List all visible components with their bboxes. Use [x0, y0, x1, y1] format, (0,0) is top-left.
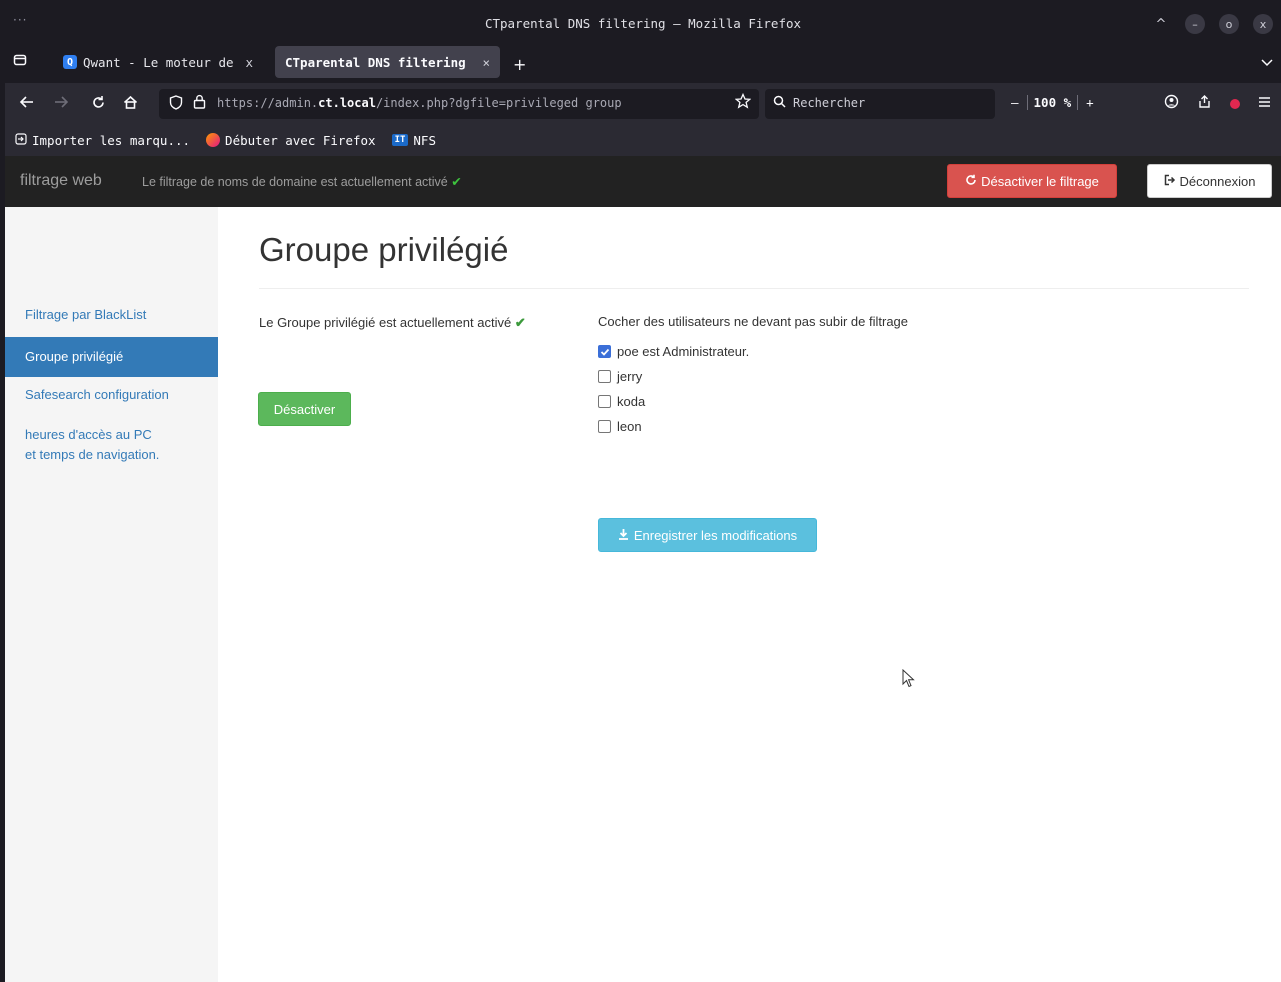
user-label: poe est Administrateur. [617, 344, 750, 359]
zoom-in-button[interactable]: + [1086, 95, 1094, 110]
bookmark-firefox[interactable]: Débuter avec Firefox [206, 133, 376, 148]
logout-label: Déconnexion [1179, 173, 1256, 189]
tab-bar: Q Qwant - Le moteur de re x CTparental D… [5, 41, 1281, 83]
import-icon [15, 132, 27, 148]
keep-above-icon[interactable]: ^ [1151, 14, 1171, 34]
home-icon[interactable] [123, 95, 138, 114]
tab-label: CTparental DNS filtering [285, 54, 466, 70]
ublock-extension-icon[interactable] [1230, 98, 1240, 109]
save-changes-button[interactable]: Enregistrer les modifications [598, 518, 817, 552]
user-label: koda [617, 394, 646, 409]
maximize-button[interactable]: o [1219, 14, 1239, 34]
tab-close-icon[interactable]: x [245, 55, 253, 70]
logout-icon [1164, 174, 1176, 189]
user-row-koda[interactable]: koda [598, 394, 645, 409]
zoom-reset-button[interactable]: 100 % [1026, 95, 1079, 110]
bookmark-label: Importer les marqu... [32, 132, 191, 148]
bookmark-import[interactable]: Importer les marqu... [15, 133, 190, 148]
tab-close-icon[interactable]: × [482, 55, 490, 70]
bookmark-label: Débuter avec Firefox [225, 132, 376, 148]
it-badge-icon: IT [391, 134, 409, 146]
forward-arrow-icon[interactable] [53, 95, 69, 113]
search-icon [773, 95, 786, 112]
window-titlebar: ··· CTparental DNS filtering — Mozilla F… [5, 7, 1281, 41]
filter-status: Le filtrage de noms de domaine est actue… [142, 174, 462, 189]
tab-label: Qwant - Le moteur de re [83, 54, 240, 70]
bookmarks-toolbar: Importer les marqu... Débuter avec Firef… [5, 125, 1281, 155]
url-bar[interactable]: https://admin.ct.local/index.php?dgfile=… [159, 89, 759, 119]
reload-icon[interactable] [91, 95, 106, 114]
group-status-text: Le Groupe privilégié est actuellement ac… [259, 315, 512, 330]
zoom-controls: — 100 % + [1011, 95, 1094, 110]
url-text[interactable]: https://admin.ct.local/index.php?dgfile=… [217, 96, 622, 110]
tracking-shield-icon[interactable] [169, 95, 183, 114]
minimize-button[interactable]: – [1185, 14, 1205, 34]
window-controls: ^ – o x [1151, 14, 1273, 34]
sidebar: Filtrage par BlackList Groupe privilégié… [5, 207, 218, 982]
deactivate-group-button[interactable]: Désactiver [258, 392, 351, 426]
hamburger-menu-icon[interactable] [1258, 96, 1271, 112]
bookmark-nfs[interactable]: IT NFS [391, 132, 436, 148]
lock-icon[interactable] [193, 94, 206, 113]
sidebar-item-privileged-group[interactable]: Groupe privilégié [5, 337, 218, 377]
check-icon: ✔ [514, 315, 526, 330]
filter-status-text: Le filtrage de noms de domaine est actue… [142, 175, 448, 189]
qwant-favicon-icon: Q [63, 55, 77, 69]
search-placeholder: Rechercher [793, 96, 866, 110]
user-checkbox-poe[interactable] [598, 345, 611, 358]
firefox-icon [206, 133, 221, 147]
url-host: ct.local [318, 96, 376, 110]
url-path: /index.php?dgfile=privileged group [375, 96, 622, 110]
disable-filter-label: Désactiver le filtrage [981, 173, 1099, 189]
save-changes-label: Enregistrer les modifications [633, 527, 798, 543]
refresh-icon [965, 174, 977, 189]
user-label: jerry [617, 369, 643, 384]
back-arrow-icon[interactable] [19, 95, 35, 113]
tab-overflow-chevron-icon[interactable] [1261, 57, 1273, 70]
window-title: CTparental DNS filtering — Mozilla Firef… [484, 16, 802, 31]
user-checkbox-leon[interactable] [598, 420, 611, 433]
share-icon[interactable] [1197, 94, 1212, 113]
page-content: filtrage web Le filtrage de noms de doma… [5, 156, 1281, 982]
browser-window: ··· CTparental DNS filtering — Mozilla F… [5, 7, 1281, 982]
search-bar[interactable]: Rechercher [765, 89, 995, 119]
group-status: Le Groupe privilégié est actuellement ac… [259, 315, 526, 331]
check-icon: ✔ [451, 175, 462, 189]
user-checkbox-koda[interactable] [598, 395, 611, 408]
app-navbar: filtrage web Le filtrage de noms de doma… [5, 156, 1281, 207]
sidebar-item-safesearch[interactable]: Safesearch configuration [5, 385, 218, 405]
download-icon [618, 528, 629, 543]
brand-title[interactable]: filtrage web [20, 172, 102, 190]
user-label: leon [617, 419, 642, 434]
sidebar-item-blacklist[interactable]: Filtrage par BlackList [5, 305, 218, 325]
new-tab-button[interactable]: + [513, 55, 526, 74]
user-row-poe[interactable]: poe est Administrateur. [598, 344, 749, 359]
tab-ctparental[interactable]: CTparental DNS filtering × [275, 46, 500, 78]
page-title: Groupe privilégié [259, 231, 509, 268]
logout-button[interactable]: Déconnexion [1147, 164, 1272, 198]
title-divider [259, 288, 1249, 289]
account-icon[interactable] [1164, 94, 1179, 113]
toolbar-icons [1164, 94, 1271, 113]
user-row-jerry[interactable]: jerry [598, 369, 642, 384]
bookmark-star-icon[interactable] [734, 92, 752, 113]
tab-list-icon[interactable] [13, 53, 29, 69]
close-window-button[interactable]: x [1253, 14, 1273, 34]
bookmark-label: NFS [413, 132, 436, 148]
navigation-toolbar: https://admin.ct.local/index.php?dgfile=… [5, 83, 1281, 125]
url-prefix: https://admin. [217, 96, 319, 110]
user-checkbox-jerry[interactable] [598, 370, 611, 383]
tab-qwant[interactable]: Q Qwant - Le moteur de re x [53, 46, 263, 78]
zoom-out-button[interactable]: — [1011, 95, 1019, 110]
sidebar-item-access-hours[interactable]: heures d'accès au PC et temps de navigat… [5, 425, 185, 465]
user-row-leon[interactable]: leon [598, 419, 642, 434]
disable-filter-button[interactable]: Désactiver le filtrage [947, 164, 1117, 198]
users-instructions: Cocher des utilisateurs ne devant pas su… [598, 314, 909, 329]
